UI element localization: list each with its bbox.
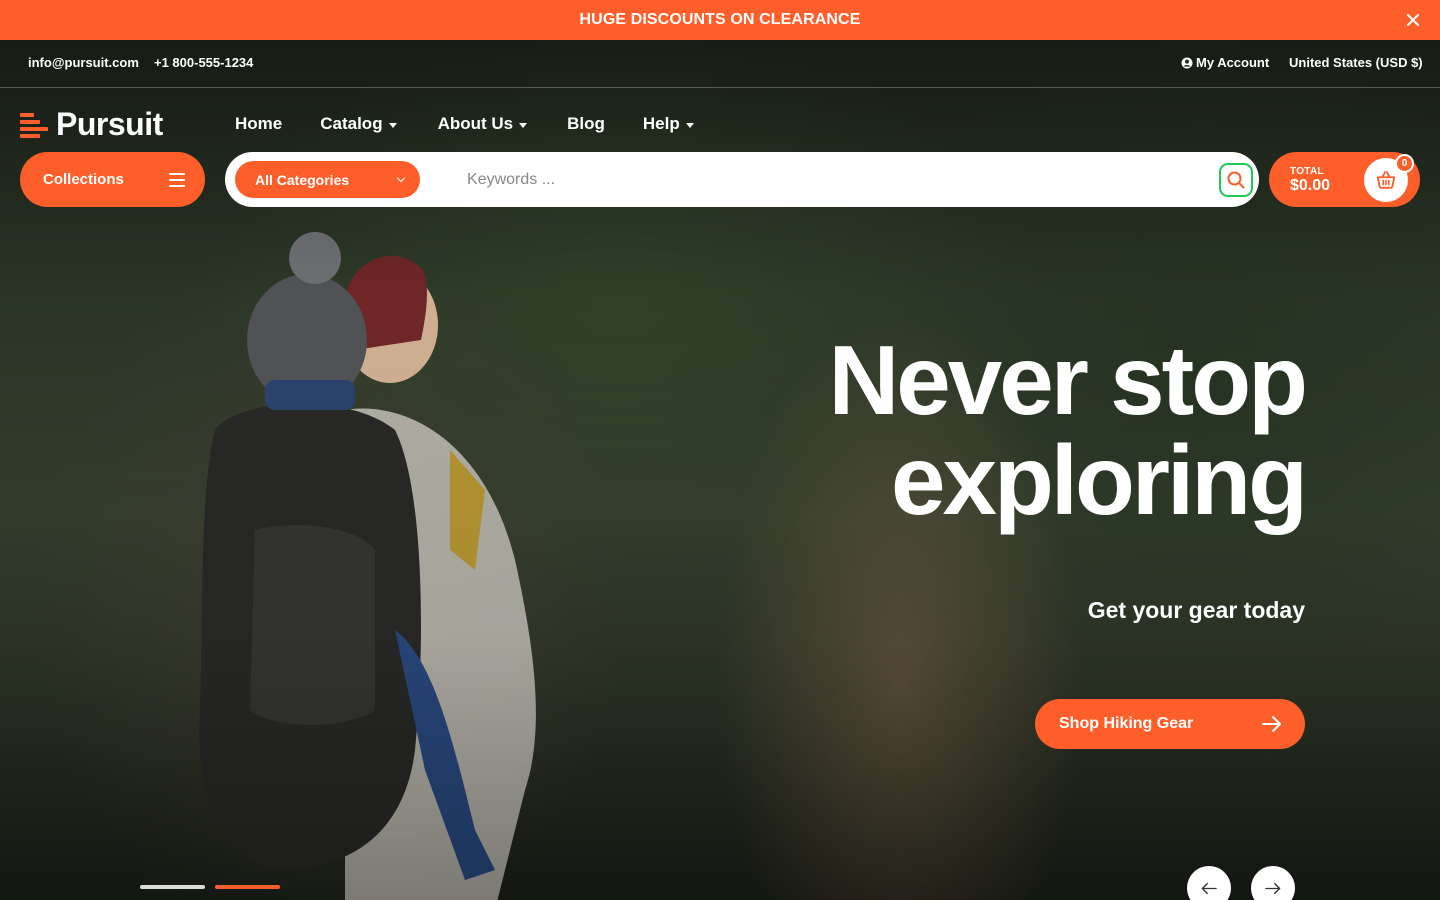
category-select[interactable]: All Categories — [235, 161, 420, 198]
chevron-down-icon — [396, 173, 406, 183]
basket-icon — [1376, 171, 1396, 189]
close-icon[interactable] — [1404, 11, 1422, 29]
menu-icon — [169, 172, 185, 187]
nav-home-label: Home — [235, 114, 283, 133]
search-button[interactable] — [1219, 163, 1253, 197]
nav-about-us-label: About Us — [437, 114, 514, 133]
hero-headline: Never stop exploring — [828, 330, 1308, 530]
announcement-text: HUGE DISCOUNTS ON CLEARANCE — [579, 11, 861, 28]
nav-home[interactable]: Home — [235, 114, 282, 134]
search-input[interactable] — [467, 162, 1207, 197]
cart-total-value: $0.00 — [1290, 177, 1331, 194]
main-nav: Home Catalog About Us Blog Help — [235, 114, 694, 134]
site-logo[interactable]: Pursuit — [20, 108, 163, 140]
search-icon — [1227, 171, 1245, 189]
arrow-right-icon — [1265, 882, 1281, 894]
slide-indicator-1[interactable] — [140, 885, 205, 889]
caret-down-icon — [519, 122, 528, 128]
user-icon — [1181, 57, 1193, 68]
nav-catalog-label: Catalog — [320, 114, 383, 133]
currency-selector[interactable]: United States (USD $) — [1289, 55, 1423, 70]
nav-help-label: Help — [642, 114, 680, 133]
hero-headline-line-1: Never stop — [828, 325, 1308, 435]
cart-button[interactable]: TOTAL $0.00 0 — [1269, 152, 1420, 207]
brand-name: Pursuit — [56, 106, 163, 142]
collections-label: Collections — [43, 171, 124, 188]
search-bar: All Categories — [225, 152, 1259, 207]
nav-help[interactable]: Help — [643, 114, 694, 134]
contact-phone-link[interactable]: +1 800-555-1234 — [154, 55, 253, 70]
logo-mark-icon — [20, 110, 48, 138]
collections-button[interactable]: Collections — [20, 152, 205, 207]
nav-blog-label: Blog — [567, 114, 605, 133]
nav-catalog[interactable]: Catalog — [320, 114, 397, 134]
my-account-label: My Account — [1196, 55, 1270, 70]
caret-down-icon — [685, 122, 694, 128]
hero-headline-line-2: exploring — [890, 425, 1308, 535]
nav-about-us[interactable]: About Us — [438, 114, 528, 134]
nav-blog[interactable]: Blog — [567, 114, 605, 134]
shop-hiking-gear-button[interactable]: Shop Hiking Gear — [1035, 699, 1305, 749]
contact-email-link[interactable]: info@pursuit.com — [28, 55, 139, 70]
arrow-left-icon — [1201, 882, 1217, 894]
category-select-label: All Categories — [255, 171, 350, 188]
cta-label: Shop Hiking Gear — [1059, 715, 1194, 732]
cart-total-label: TOTAL — [1290, 166, 1324, 177]
caret-down-icon — [388, 122, 397, 128]
utility-bar: info@pursuit.com +1 800-555-1234 My Acco… — [0, 40, 1440, 88]
slide-indicator-2[interactable] — [215, 885, 280, 889]
cart-count-badge: 0 — [1395, 154, 1414, 173]
my-account-link[interactable]: My Account — [1181, 55, 1269, 70]
arrow-right-icon — [1262, 716, 1281, 732]
announcement-bar: HUGE DISCOUNTS ON CLEARANCE — [0, 0, 1440, 40]
hero-subheading: Get your gear today — [1087, 597, 1305, 623]
